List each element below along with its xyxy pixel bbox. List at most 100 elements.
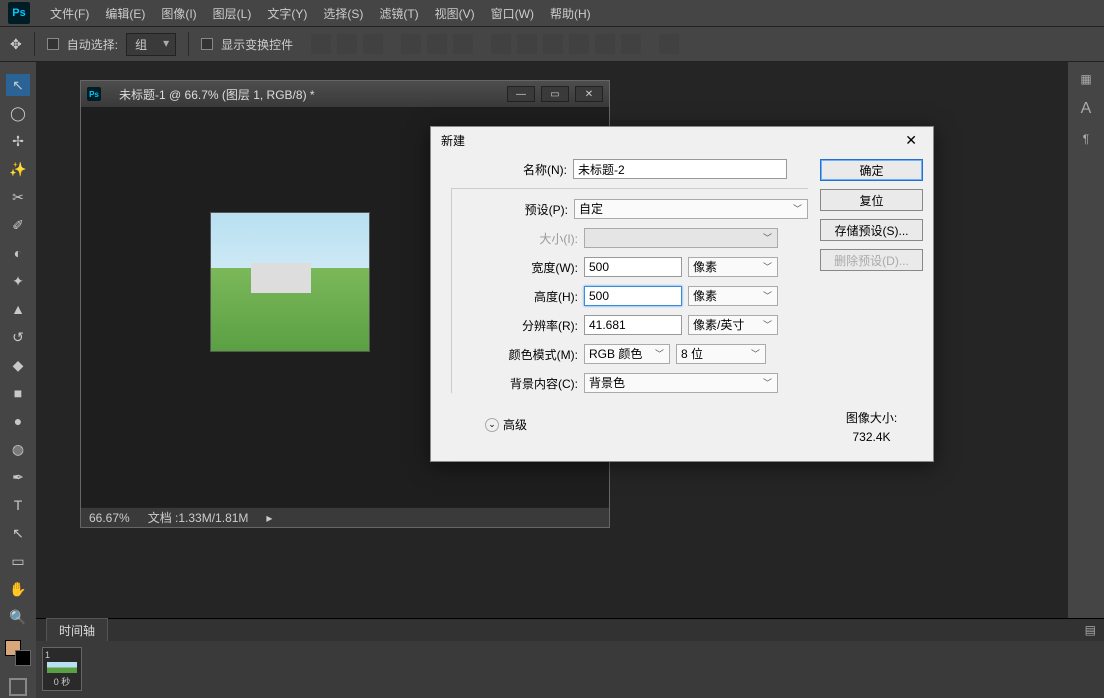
delete-preset-button: 删除预设(D)... <box>820 249 923 271</box>
quickmask-toggle[interactable] <box>9 678 27 696</box>
crop-tool[interactable]: ✂ <box>6 186 30 208</box>
eraser-tool[interactable]: ◆ <box>6 354 30 376</box>
blur-tool[interactable]: ● <box>6 410 30 432</box>
preset-select[interactable]: 自定 <box>574 199 808 219</box>
eyedropper-tool[interactable]: ✐ <box>6 214 30 236</box>
cancel-button[interactable]: 复位 <box>820 189 923 211</box>
gradient-tool[interactable]: ■ <box>6 382 30 404</box>
distribute-btn[interactable] <box>517 34 537 54</box>
document-statusbar: 66.67% 文档 :1.33M/1.81M ▸ <box>81 507 609 527</box>
separator <box>34 32 35 56</box>
name-input[interactable] <box>573 159 787 179</box>
lasso-tool[interactable]: ✢ <box>6 130 30 152</box>
type-tool[interactable]: T <box>6 494 30 516</box>
brush-tool[interactable]: ✦ <box>6 270 30 292</box>
menu-select[interactable]: 选择(S) <box>315 5 371 22</box>
menu-view[interactable]: 视图(V) <box>427 5 483 22</box>
distribute-btn[interactable] <box>595 34 615 54</box>
colormode-select[interactable]: RGB 颜色 <box>584 344 670 364</box>
distribute-btn[interactable] <box>621 34 641 54</box>
auto-align-btn[interactable] <box>659 34 679 54</box>
width-unit-select[interactable]: 像素 <box>688 257 778 277</box>
options-bar: ✥ 自动选择: 组 显示变换控件 <box>0 26 1104 62</box>
distribute-btn[interactable] <box>569 34 589 54</box>
document-title: 未标题-1 @ 66.7% (图层 1, RGB/8) * <box>119 86 315 103</box>
imagesize-value: 732.4K <box>820 428 923 447</box>
align-btn[interactable] <box>311 34 331 54</box>
status-arrow-icon[interactable]: ▸ <box>266 511 272 525</box>
background-select[interactable]: 背景色 <box>584 373 778 393</box>
preset-label: 预设(P): <box>442 201 568 218</box>
menu-type[interactable]: 文字(Y) <box>259 5 315 22</box>
align-btn[interactable] <box>363 34 383 54</box>
showtransform-checkbox[interactable] <box>201 38 213 50</box>
align-btn[interactable] <box>453 34 473 54</box>
zoom-readout[interactable]: 66.67% <box>89 511 130 525</box>
align-btn[interactable] <box>427 34 447 54</box>
colormode-label: 颜色模式(M): <box>452 346 578 363</box>
dodge-tool[interactable]: ◍ <box>6 438 30 460</box>
menu-filter[interactable]: 滤镜(T) <box>371 5 426 22</box>
color-swatches[interactable] <box>5 640 31 666</box>
panel-icon[interactable]: ▦ <box>1080 72 1091 86</box>
menu-edit[interactable]: 编辑(E) <box>97 5 153 22</box>
panel-menu-icon[interactable]: ▤ <box>1085 623 1096 637</box>
align-btn[interactable] <box>401 34 421 54</box>
resolution-unit-select[interactable]: 像素/英寸 <box>688 315 778 335</box>
distribute-btn[interactable] <box>543 34 563 54</box>
advanced-label: 高级 <box>503 416 527 433</box>
shape-tool[interactable]: ▭ <box>6 550 30 572</box>
dialog-close-button[interactable]: ✕ <box>899 130 923 151</box>
chevron-down-icon: ⌄ <box>485 418 499 432</box>
zoom-tool[interactable]: 🔍 <box>6 606 30 628</box>
pen-tool[interactable]: ✒ <box>6 466 30 488</box>
height-unit-select[interactable]: 像素 <box>688 286 778 306</box>
menu-file[interactable]: 文件(F) <box>42 5 97 22</box>
ok-button[interactable]: 确定 <box>820 159 923 181</box>
height-input[interactable] <box>584 286 682 306</box>
menu-help[interactable]: 帮助(H) <box>542 5 599 22</box>
distribute-btn[interactable] <box>491 34 511 54</box>
heal-tool[interactable]: ◐ <box>6 242 30 264</box>
frame-thumbnail[interactable]: 1 0 秒 <box>42 647 82 691</box>
paragraph-panel-icon[interactable]: ¶ <box>1083 132 1089 146</box>
autoselect-checkbox[interactable] <box>47 38 59 50</box>
maximize-button[interactable]: ▭ <box>541 86 569 102</box>
move-tool[interactable]: ↖ <box>6 74 30 96</box>
menu-window[interactable]: 窗口(W) <box>483 5 542 22</box>
document-titlebar[interactable]: Ps 未标题-1 @ 66.7% (图层 1, RGB/8) * — ▭ ✕ <box>81 81 609 107</box>
new-dialog: 新建 ✕ 名称(N): 预设(P): 自定 大小(I): 宽度(W): 像素 <box>430 126 934 462</box>
menu-layer[interactable]: 图层(L) <box>205 5 260 22</box>
imagesize-label: 图像大小: <box>820 409 923 428</box>
marquee-tool[interactable]: ◯ <box>6 102 30 124</box>
wand-tool[interactable]: ✨ <box>6 158 30 180</box>
docsize-readout[interactable]: 文档 :1.33M/1.81M <box>148 509 249 526</box>
stamp-tool[interactable]: ▲ <box>6 298 30 320</box>
menubar: Ps 文件(F) 编辑(E) 图像(I) 图层(L) 文字(Y) 选择(S) 滤… <box>0 0 1104 26</box>
frame-preview <box>47 662 77 673</box>
advanced-toggle[interactable]: ⌄ 高级 <box>485 416 808 433</box>
resolution-input[interactable] <box>584 315 682 335</box>
path-select-tool[interactable]: ↖ <box>6 522 30 544</box>
timeline-tab[interactable]: 时间轴 <box>46 618 108 642</box>
width-input[interactable] <box>584 257 682 277</box>
bitdepth-select[interactable]: 8 位 <box>676 344 766 364</box>
frame-number: 1 <box>45 650 50 660</box>
character-panel-icon[interactable]: A <box>1081 100 1092 118</box>
close-button[interactable]: ✕ <box>575 86 603 102</box>
name-label: 名称(N): <box>441 161 567 178</box>
app-logo: Ps <box>8 2 30 24</box>
menu-image[interactable]: 图像(I) <box>153 5 204 22</box>
autoselect-combo[interactable]: 组 <box>126 33 176 56</box>
image-content <box>210 212 370 352</box>
save-preset-button[interactable]: 存储预设(S)... <box>820 219 923 241</box>
history-brush-tool[interactable]: ↺ <box>6 326 30 348</box>
move-tool-icon: ✥ <box>10 36 22 53</box>
frame-duration: 0 秒 <box>54 675 71 688</box>
hand-tool[interactable]: ✋ <box>6 578 30 600</box>
minimize-button[interactable]: — <box>507 86 535 102</box>
width-label: 宽度(W): <box>452 259 578 276</box>
align-btn[interactable] <box>337 34 357 54</box>
showtransform-label: 显示变换控件 <box>221 36 293 53</box>
dialog-titlebar[interactable]: 新建 ✕ <box>431 127 933 153</box>
